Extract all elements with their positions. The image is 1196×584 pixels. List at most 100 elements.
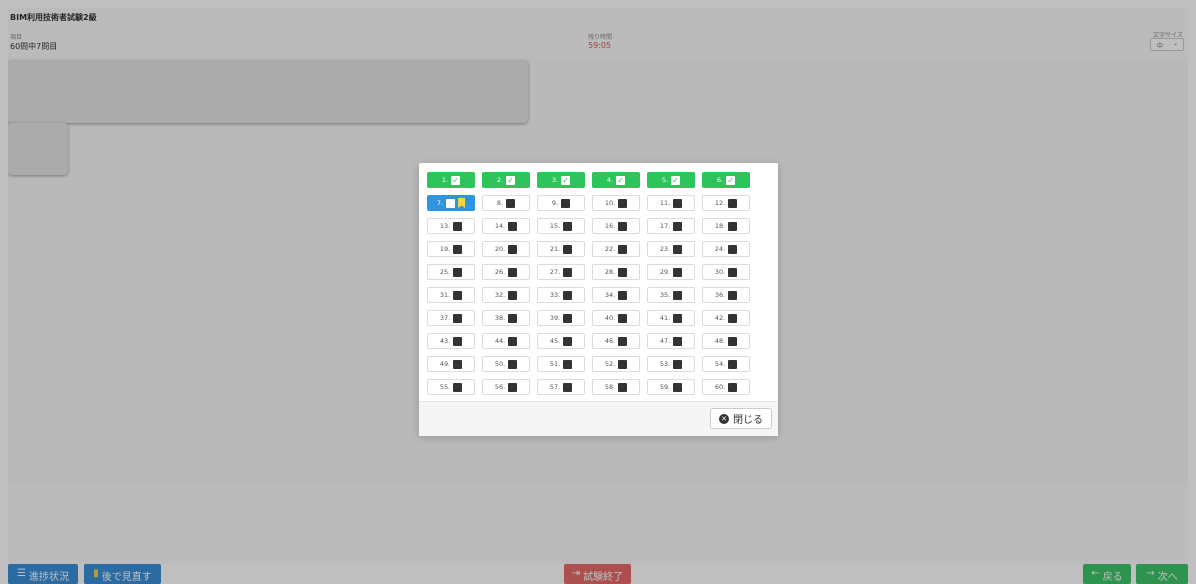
question-number: 22. xyxy=(604,245,616,253)
question-cell[interactable]: 56. xyxy=(482,379,530,395)
question-cell[interactable]: 18. xyxy=(702,218,750,234)
question-cell[interactable]: 29. xyxy=(647,264,695,280)
question-cell[interactable]: 27. xyxy=(537,264,585,280)
question-cell[interactable]: 58. xyxy=(592,379,640,395)
question-number: 24. xyxy=(714,245,726,253)
question-number: 35. xyxy=(659,291,671,299)
question-cell[interactable]: 23. xyxy=(647,241,695,257)
question-cell[interactable]: 35. xyxy=(647,287,695,303)
question-cell[interactable]: 41. xyxy=(647,310,695,326)
question-number: 56. xyxy=(494,383,506,391)
question-cell[interactable]: 7. xyxy=(427,195,475,211)
question-cell[interactable]: 45. xyxy=(537,333,585,349)
unchecked-box-icon xyxy=(453,290,463,300)
question-cell[interactable]: 46. xyxy=(592,333,640,349)
unchecked-box-icon xyxy=(618,198,628,208)
unchecked-box-icon xyxy=(453,221,463,231)
unchecked-box-icon xyxy=(618,221,628,231)
unchecked-box-icon xyxy=(728,359,738,369)
question-cell[interactable]: 14. xyxy=(482,218,530,234)
question-cell[interactable]: 33. xyxy=(537,287,585,303)
unchecked-box-icon xyxy=(563,267,573,277)
unchecked-box-icon xyxy=(728,244,738,254)
question-cell[interactable]: 50. xyxy=(482,356,530,372)
close-button-label: 閉じる xyxy=(733,415,763,426)
close-button[interactable]: ✕ 閉じる xyxy=(710,408,772,429)
question-cell[interactable]: 39. xyxy=(537,310,585,326)
question-cell[interactable]: 49. xyxy=(427,356,475,372)
question-number: 37. xyxy=(439,314,451,322)
unchecked-box-icon xyxy=(618,382,628,392)
question-cell[interactable]: 22. xyxy=(592,241,640,257)
question-cell[interactable]: 5. ✓ xyxy=(647,172,695,188)
unchecked-box-icon xyxy=(618,359,628,369)
question-cell[interactable]: 16. xyxy=(592,218,640,234)
question-cell[interactable]: 40. xyxy=(592,310,640,326)
question-cell[interactable]: 4. ✓ xyxy=(592,172,640,188)
question-number: 21. xyxy=(549,245,561,253)
question-number: 4. xyxy=(606,176,614,184)
question-number: 57. xyxy=(549,383,561,391)
question-cell[interactable]: 10. xyxy=(592,195,640,211)
question-cell[interactable]: 47. xyxy=(647,333,695,349)
question-cell[interactable]: 60. xyxy=(702,379,750,395)
question-cell[interactable]: 8. xyxy=(482,195,530,211)
question-cell[interactable]: 51. xyxy=(537,356,585,372)
question-cell[interactable]: 55. xyxy=(427,379,475,395)
question-cell[interactable]: 44. xyxy=(482,333,530,349)
question-cell[interactable]: 52. xyxy=(592,356,640,372)
question-number: 20. xyxy=(494,245,506,253)
question-cell[interactable]: 31. xyxy=(427,287,475,303)
question-number: 55. xyxy=(439,383,451,391)
question-cell[interactable]: 19. xyxy=(427,241,475,257)
unchecked-box-icon xyxy=(508,382,518,392)
question-number: 11. xyxy=(659,199,671,207)
question-cell[interactable]: 13. xyxy=(427,218,475,234)
unchecked-box-icon xyxy=(728,336,738,346)
question-number: 2. xyxy=(496,176,504,184)
question-cell[interactable]: 1. ✓ xyxy=(427,172,475,188)
question-cell[interactable]: 43. xyxy=(427,333,475,349)
question-cell[interactable]: 9. xyxy=(537,195,585,211)
unchecked-box-icon xyxy=(563,336,573,346)
question-cell[interactable]: 20. xyxy=(482,241,530,257)
question-cell[interactable]: 2. ✓ xyxy=(482,172,530,188)
question-number: 38. xyxy=(494,314,506,322)
question-cell[interactable]: 59. xyxy=(647,379,695,395)
question-cell[interactable]: 12. xyxy=(702,195,750,211)
unchecked-box-icon xyxy=(508,267,518,277)
question-cell[interactable]: 26. xyxy=(482,264,530,280)
checked-box-icon: ✓ xyxy=(671,175,681,185)
unchecked-box-icon xyxy=(508,221,518,231)
modal-footer: ✕ 閉じる xyxy=(419,401,778,436)
question-number: 59. xyxy=(659,383,671,391)
question-cell[interactable]: 42. xyxy=(702,310,750,326)
question-number: 49. xyxy=(439,360,451,368)
question-cell[interactable]: 3. ✓ xyxy=(537,172,585,188)
question-cell[interactable]: 11. xyxy=(647,195,695,211)
question-cell[interactable]: 17. xyxy=(647,218,695,234)
checked-box-icon: ✓ xyxy=(451,175,461,185)
checked-box-icon: ✓ xyxy=(616,175,626,185)
question-cell[interactable]: 57. xyxy=(537,379,585,395)
unchecked-box-icon xyxy=(563,313,573,323)
question-cell[interactable]: 53. xyxy=(647,356,695,372)
question-cell[interactable]: 38. xyxy=(482,310,530,326)
question-cell[interactable]: 36. xyxy=(702,287,750,303)
question-cell[interactable]: 25. xyxy=(427,264,475,280)
question-cell[interactable]: 21. xyxy=(537,241,585,257)
question-cell[interactable]: 32. xyxy=(482,287,530,303)
unchecked-box-icon xyxy=(673,290,683,300)
question-number: 19. xyxy=(439,245,451,253)
question-cell[interactable]: 48. xyxy=(702,333,750,349)
question-cell[interactable]: 37. xyxy=(427,310,475,326)
question-cell[interactable]: 28. xyxy=(592,264,640,280)
question-cell[interactable]: 34. xyxy=(592,287,640,303)
question-cell[interactable]: 24. xyxy=(702,241,750,257)
unchecked-box-icon xyxy=(728,198,738,208)
question-cell[interactable]: 6. ✓ xyxy=(702,172,750,188)
question-cell[interactable]: 30. xyxy=(702,264,750,280)
question-cell[interactable]: 54. xyxy=(702,356,750,372)
unchecked-box-icon xyxy=(618,313,628,323)
question-cell[interactable]: 15. xyxy=(537,218,585,234)
